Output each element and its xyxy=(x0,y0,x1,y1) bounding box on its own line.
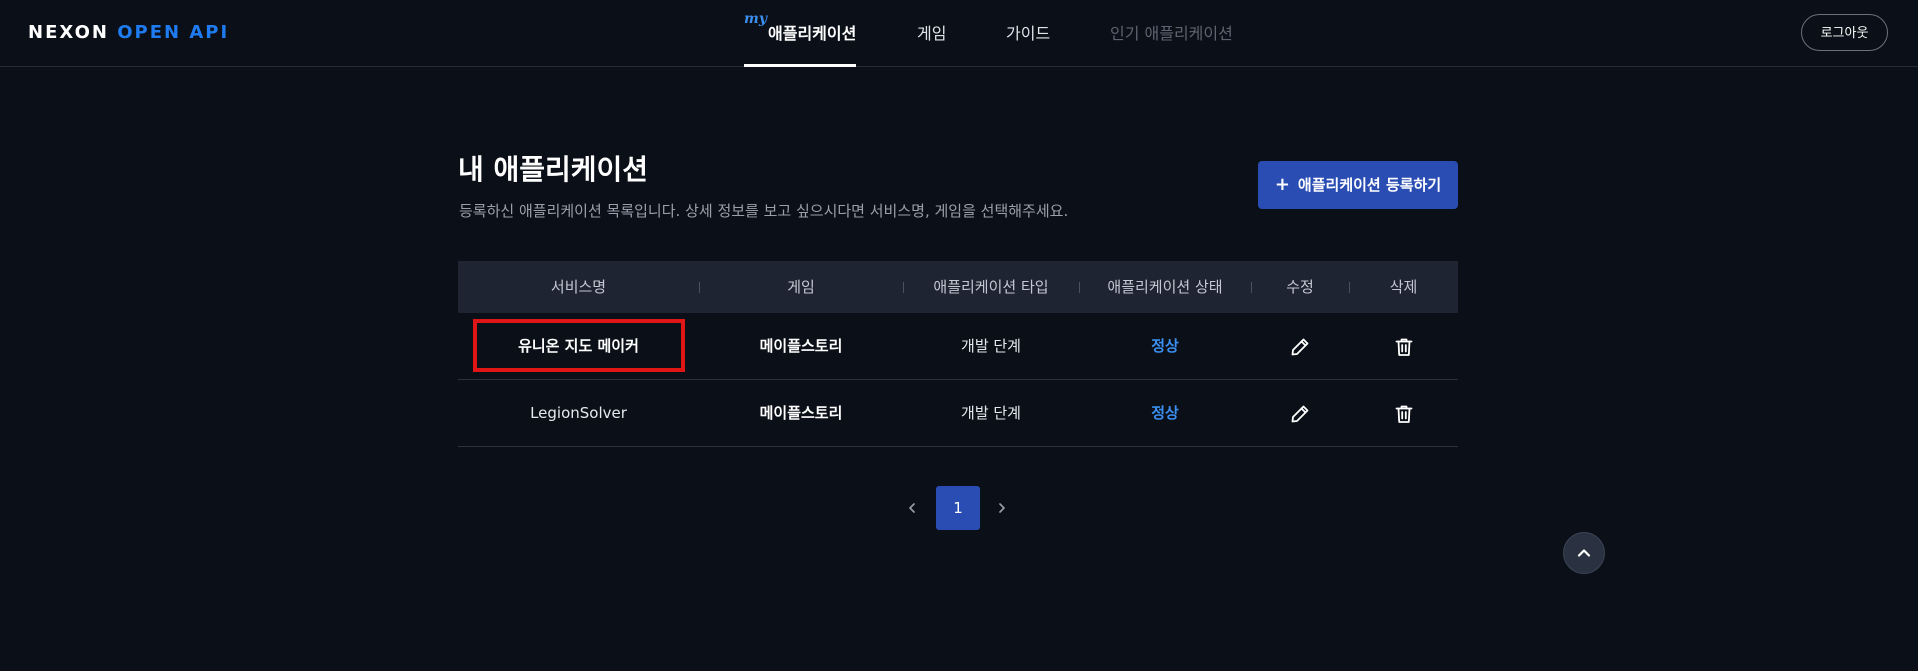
column-header-game: 게임 xyxy=(787,278,815,296)
nav-my-tag: my xyxy=(744,11,767,27)
applications-table: 서비스명 게임 애플리케이션 타입 애플리케이션 상태 수정 삭제 유니온 지도… xyxy=(458,261,1458,447)
nav-item-label: 게임 xyxy=(917,24,947,43)
nav-item-label: 인기 애플리케이션 xyxy=(1110,24,1233,43)
column-header-app-type: 애플리케이션 타입 xyxy=(933,278,1049,296)
nav-item-popular-applications[interactable]: 인기 애플리케이션 xyxy=(1110,0,1233,67)
table-row: 유니온 지도 메이커 메이플스토리 개발 단계 정상 xyxy=(458,313,1458,380)
pencil-icon[interactable] xyxy=(1288,402,1312,426)
nexon-open-api-logo[interactable]: NEXON OPEN API xyxy=(28,20,229,46)
column-header-app-status: 애플리케이션 상태 xyxy=(1107,278,1223,296)
delete-cell xyxy=(1349,380,1458,446)
column-header-service: 서비스명 xyxy=(550,278,607,296)
trash-icon[interactable] xyxy=(1392,402,1416,426)
logo-nexon-text: NEXON xyxy=(28,22,109,43)
page-title: 내 애플리케이션 xyxy=(458,153,649,186)
service-name-cell[interactable]: LegionSolver xyxy=(458,380,699,446)
game-name-cell[interactable]: 메이플스토리 xyxy=(699,380,903,446)
page-description: 등록하신 애플리케이션 목록입니다. 상세 정보를 보고 싶으시다면 서비스명,… xyxy=(459,202,1069,220)
app-type-cell: 개발 단계 xyxy=(961,404,1021,422)
chevron-right-icon[interactable] xyxy=(990,486,1014,530)
app-type-cell: 개발 단계 xyxy=(961,337,1021,355)
page-scrollbar[interactable] xyxy=(1902,67,1918,671)
nav-item-guide[interactable]: 가이드 xyxy=(1006,0,1050,67)
register-button-label: 애플리케이션 등록하기 xyxy=(1297,176,1442,194)
table-header: 서비스명 게임 애플리케이션 타입 애플리케이션 상태 수정 삭제 xyxy=(458,261,1458,313)
nav-active-underline xyxy=(744,64,856,67)
scroll-to-top-button[interactable] xyxy=(1563,532,1605,574)
logout-button[interactable]: 로그아웃 xyxy=(1801,14,1888,51)
service-name-cell[interactable]: 유니온 지도 메이커 xyxy=(458,313,699,379)
trash-icon[interactable] xyxy=(1392,335,1416,359)
table-row: LegionSolver 메이플스토리 개발 단계 정상 xyxy=(458,380,1458,447)
app-status-cell: 정상 xyxy=(1151,337,1179,355)
nav-item-games[interactable]: 게임 xyxy=(917,0,946,67)
column-header-delete: 삭제 xyxy=(1389,278,1418,296)
edit-cell xyxy=(1251,313,1349,379)
app-status-cell: 정상 xyxy=(1151,404,1179,422)
game-name-cell[interactable]: 메이플스토리 xyxy=(699,313,903,379)
page-number-current[interactable]: 1 xyxy=(936,486,980,530)
edit-cell xyxy=(1251,380,1349,446)
delete-cell xyxy=(1349,313,1458,379)
pencil-icon[interactable] xyxy=(1288,335,1312,359)
column-header-edit: 수정 xyxy=(1286,278,1314,296)
chevron-left-icon[interactable] xyxy=(900,486,924,530)
nav-item-label: 가이드 xyxy=(1006,24,1051,43)
plus-icon: + xyxy=(1274,174,1290,195)
top-header: NEXON OPEN API my 애플리케이션 게임 가이드 인기 애플리케이… xyxy=(0,0,1918,67)
highlighted-service-name[interactable]: 유니온 지도 메이커 xyxy=(472,319,685,372)
nav-item-label: 애플리케이션 xyxy=(768,24,857,43)
register-application-button[interactable]: + 애플리케이션 등록하기 xyxy=(1258,161,1458,209)
logo-open-api-text: OPEN API xyxy=(117,22,230,43)
